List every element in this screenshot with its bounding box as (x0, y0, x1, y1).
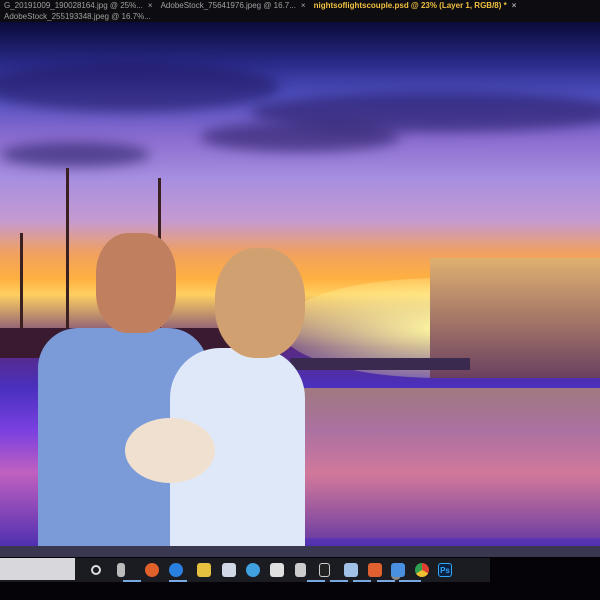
cloud (0, 142, 150, 167)
groom-head (96, 233, 176, 333)
running-indicator (330, 580, 348, 582)
task-view-icon[interactable] (117, 563, 125, 577)
firefox-icon[interactable] (145, 563, 159, 577)
app2-icon[interactable] (391, 563, 405, 577)
tab-adobestock-255193348[interactable]: AdobeStock_255193348.jpeg @ 16.7%... (0, 11, 155, 22)
horizontal-scrollbar[interactable] (0, 546, 600, 557)
close-icon[interactable]: × (512, 0, 517, 11)
store-icon[interactable] (222, 563, 236, 577)
mail-icon[interactable] (270, 563, 284, 577)
brave-icon[interactable] (368, 563, 382, 577)
running-indicator (169, 580, 187, 582)
file-explorer-icon[interactable] (197, 563, 211, 577)
internet-explorer-icon[interactable] (246, 563, 260, 577)
document-canvas[interactable] (0, 22, 600, 546)
calculator-icon[interactable] (295, 563, 306, 577)
tab-adobestock-75641976[interactable]: AdobeStock_75641976.jpeg @ 16.7... × (157, 0, 310, 11)
app-icon[interactable] (319, 563, 330, 577)
tab-label: G_20191009_190028164.jpg @ 25%... (4, 1, 143, 10)
bride-head (215, 248, 305, 358)
photoshop-icon[interactable]: Ps (438, 563, 452, 577)
running-indicator (377, 580, 395, 582)
close-icon[interactable]: × (148, 0, 153, 11)
running-indicator (307, 580, 325, 582)
edge-icon[interactable] (169, 563, 183, 577)
cloud (200, 122, 400, 152)
running-indicator (123, 580, 141, 582)
taskbar-search-box[interactable] (0, 558, 75, 580)
notepad-icon[interactable] (344, 563, 358, 577)
water-reflection (300, 388, 600, 538)
chrome-icon[interactable] (415, 563, 429, 577)
tab-nightsoflightscouple[interactable]: nightsoflightscouple.psd @ 23% (Layer 1,… (310, 0, 521, 11)
bouquet (125, 418, 215, 483)
pier (290, 358, 470, 370)
cloud (0, 62, 280, 112)
tab-label: nightsoflightscouple.psd @ 23% (Layer 1,… (313, 1, 507, 10)
tab-label: AdobeStock_255193348.jpeg @ 16.7%... (4, 12, 151, 21)
close-icon[interactable]: × (301, 0, 306, 11)
tab-img-20191009[interactable]: G_20191009_190028164.jpg @ 25%... × (0, 0, 157, 11)
cortana-icon[interactable] (91, 565, 101, 575)
document-tab-bar: G_20191009_190028164.jpg @ 25%... × Adobe… (0, 0, 600, 22)
running-indicator (353, 580, 371, 582)
tab-label: AdobeStock_75641976.jpeg @ 16.7... (160, 1, 296, 10)
running-indicator (399, 580, 421, 582)
